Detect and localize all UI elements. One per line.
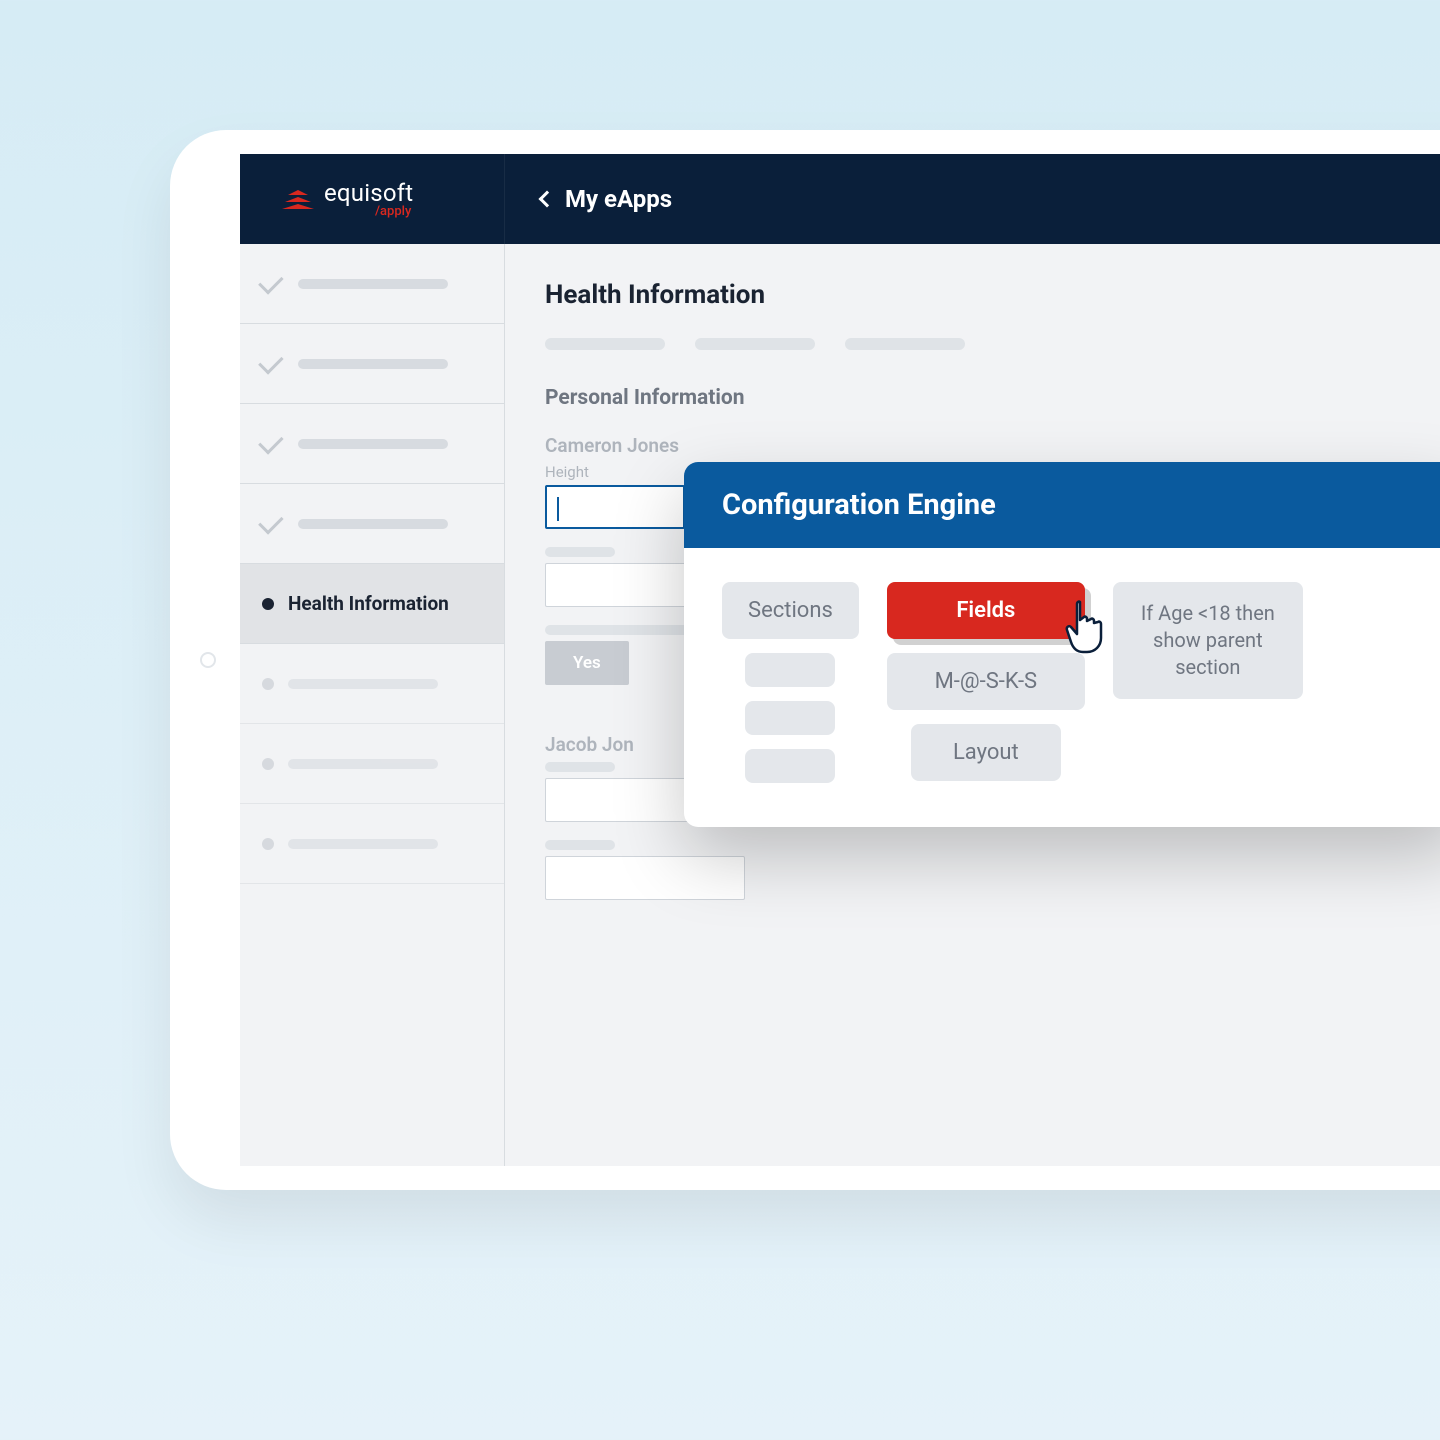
sidebar-placeholder xyxy=(288,839,438,849)
generic-input[interactable] xyxy=(545,856,745,900)
sidebar-placeholder xyxy=(288,759,438,769)
sidebar-placeholder xyxy=(298,519,448,529)
config-panel-body: Sections Fields M-@-S-K-S Layout If Age … xyxy=(684,548,1440,827)
brand-logo-icon xyxy=(282,190,314,209)
tab-row xyxy=(545,338,1440,350)
app-header: equisoft /apply My eApps xyxy=(240,154,1440,244)
check-icon xyxy=(258,269,283,294)
dot-icon xyxy=(262,598,274,610)
sections-chip[interactable]: Sections xyxy=(722,582,859,639)
section-item-placeholder[interactable] xyxy=(745,749,835,783)
dot-icon xyxy=(262,838,274,850)
field-label-placeholder xyxy=(545,762,615,772)
tab-placeholder[interactable] xyxy=(695,338,815,350)
person-name: Cameron Jones xyxy=(545,434,1440,457)
page-title: Health Information xyxy=(545,280,1440,310)
sidebar-step-completed[interactable] xyxy=(240,404,504,484)
check-icon xyxy=(258,509,283,534)
brand-name: equisoft xyxy=(324,179,413,207)
section-subhead: Personal Information xyxy=(545,386,1440,410)
masks-chip[interactable]: M-@-S-K-S xyxy=(887,653,1085,710)
config-panel-title: Configuration Engine xyxy=(684,462,1440,548)
sidebar-step-upcoming[interactable] xyxy=(240,644,504,724)
sidebar-active-label: Health Information xyxy=(288,592,449,615)
back-nav-label: My eApps xyxy=(565,185,672,213)
dot-icon xyxy=(262,678,274,690)
fields-chip[interactable]: Fields xyxy=(887,582,1085,639)
rule-box[interactable]: If Age <18 then show parent section xyxy=(1113,582,1303,699)
sidebar-placeholder xyxy=(298,439,448,449)
sidebar-step-upcoming[interactable] xyxy=(240,804,504,884)
section-item-placeholder[interactable] xyxy=(745,701,835,735)
brand-text: equisoft /apply xyxy=(324,181,413,218)
tablet-home-button[interactable] xyxy=(200,652,216,668)
section-item-placeholder[interactable] xyxy=(745,653,835,687)
sidebar-step-completed[interactable] xyxy=(240,484,504,564)
field-label-placeholder xyxy=(545,840,615,850)
sidebar-placeholder xyxy=(298,279,448,289)
brand-block: equisoft /apply xyxy=(240,154,505,244)
tab-placeholder[interactable] xyxy=(845,338,965,350)
check-icon xyxy=(258,349,283,374)
sidebar-step-completed[interactable] xyxy=(240,244,504,324)
sidebar-placeholder xyxy=(298,359,448,369)
config-col-rule: If Age <18 then show parent section xyxy=(1113,582,1303,699)
dot-icon xyxy=(262,758,274,770)
sidebar-step-active[interactable]: Health Information xyxy=(240,564,504,644)
configuration-engine-panel: Configuration Engine Sections Fields M-@… xyxy=(684,462,1440,827)
back-nav[interactable]: My eApps xyxy=(505,154,672,244)
cursor-pointer-icon xyxy=(1061,600,1109,660)
chevron-left-icon xyxy=(539,191,556,208)
sidebar-placeholder xyxy=(288,679,438,689)
sidebar-step-completed[interactable] xyxy=(240,324,504,404)
config-col-fields: Fields M-@-S-K-S Layout xyxy=(887,582,1085,781)
height-input-1[interactable] xyxy=(545,485,685,529)
fields-chip-label: Fields xyxy=(956,598,1015,623)
config-col-sections: Sections xyxy=(722,582,859,783)
sidebar-step-upcoming[interactable] xyxy=(240,724,504,804)
check-icon xyxy=(258,429,283,454)
yes-button[interactable]: Yes xyxy=(545,641,629,685)
layout-chip[interactable]: Layout xyxy=(911,724,1061,781)
tab-placeholder[interactable] xyxy=(545,338,665,350)
field-label-placeholder xyxy=(545,547,615,557)
sidebar: Health Information xyxy=(240,244,505,1166)
